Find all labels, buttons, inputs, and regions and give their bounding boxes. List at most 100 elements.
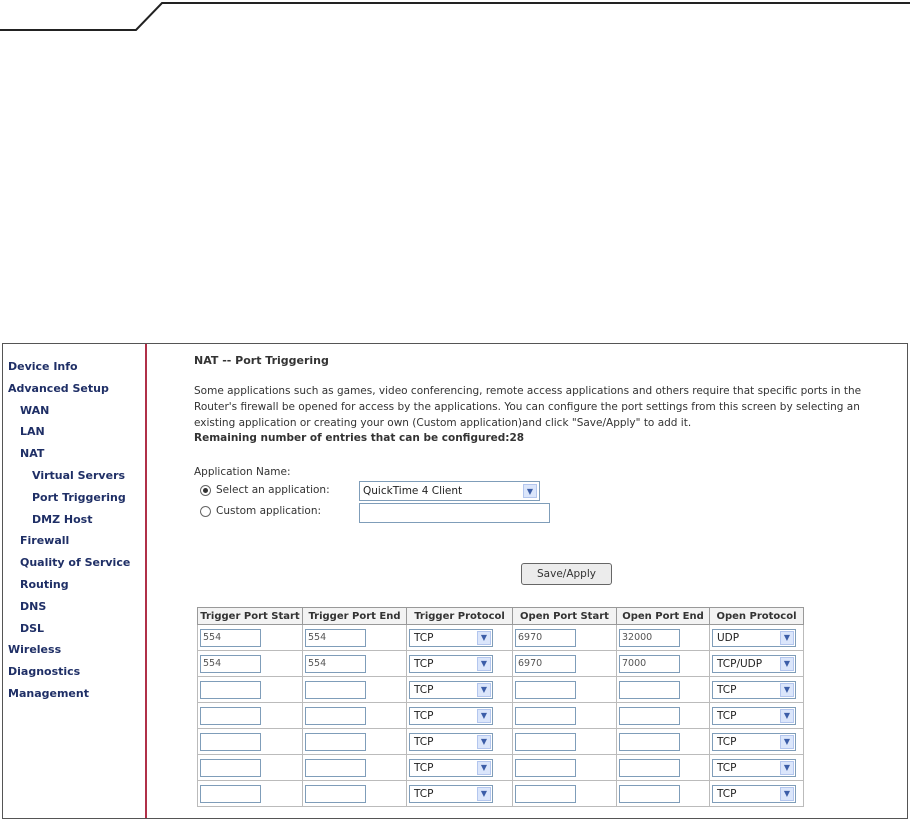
trigger-protocol-select[interactable]: TCP ▼ bbox=[409, 759, 493, 777]
table-cell bbox=[616, 754, 710, 781]
trigger-port-start-input[interactable]: 554 bbox=[200, 629, 261, 647]
table-cell bbox=[616, 728, 710, 755]
open-protocol-value: TCP bbox=[717, 762, 737, 774]
sidebar-item-virtual-servers[interactable]: Virtual Servers bbox=[3, 465, 145, 487]
open-port-start-input[interactable] bbox=[515, 733, 576, 751]
application-select[interactable]: QuickTime 4 Client ▼ bbox=[359, 481, 540, 501]
open-port-start-input[interactable] bbox=[515, 681, 576, 699]
table-cell bbox=[302, 754, 407, 781]
table-cell bbox=[197, 728, 303, 755]
table-cell: TCP ▼ bbox=[406, 624, 513, 651]
sidebar-item-dns[interactable]: DNS bbox=[3, 596, 145, 618]
open-protocol-select[interactable]: TCP/UDP ▼ bbox=[712, 655, 796, 673]
trigger-port-end-input[interactable] bbox=[305, 681, 366, 699]
sidebar-item-port-triggering[interactable]: Port Triggering bbox=[3, 487, 145, 509]
custom-application-input[interactable] bbox=[359, 503, 550, 523]
trigger-port-end-input[interactable] bbox=[305, 759, 366, 777]
open-port-end-input[interactable] bbox=[619, 733, 680, 751]
sidebar-item-quality-of-service[interactable]: Quality of Service bbox=[3, 552, 145, 574]
table-row: TCP ▼ TCP ▼ bbox=[197, 676, 804, 703]
col-open-port-end: Open Port End bbox=[616, 607, 710, 625]
trigger-port-start-input[interactable] bbox=[200, 759, 261, 777]
trigger-port-start-input[interactable] bbox=[200, 733, 261, 751]
open-protocol-value: TCP/UDP bbox=[717, 658, 763, 670]
trigger-protocol-select[interactable]: TCP ▼ bbox=[409, 681, 493, 699]
open-protocol-select[interactable]: TCP ▼ bbox=[712, 707, 796, 725]
open-port-end-input[interactable]: 32000 bbox=[619, 629, 680, 647]
router-config-window: Device Info Advanced Setup WAN LAN NAT Virtua… bbox=[2, 343, 908, 819]
open-port-end-input[interactable]: 7000 bbox=[619, 655, 680, 673]
sidebar-item-firewall[interactable]: Firewall bbox=[3, 530, 145, 552]
table-cell bbox=[616, 676, 710, 703]
select-application-label: Select an application: bbox=[216, 484, 330, 496]
sidebar-item-lan[interactable]: LAN bbox=[3, 421, 145, 443]
table-cell: TCP ▼ bbox=[709, 676, 804, 703]
sidebar-item-management[interactable]: Management bbox=[3, 683, 145, 705]
sidebar-item-dsl[interactable]: DSL bbox=[3, 618, 145, 640]
sidebar-item-wan[interactable]: WAN bbox=[3, 400, 145, 422]
trigger-port-start-input[interactable] bbox=[200, 785, 261, 803]
open-protocol-select[interactable]: TCP ▼ bbox=[712, 681, 796, 699]
col-open-protocol: Open Protocol bbox=[709, 607, 804, 625]
open-protocol-value: UDP bbox=[717, 632, 740, 644]
sidebar-item-nat[interactable]: NAT bbox=[3, 443, 145, 465]
trigger-port-end-input[interactable]: 554 bbox=[305, 629, 366, 647]
trigger-protocol-select[interactable]: TCP ▼ bbox=[409, 655, 493, 673]
open-protocol-select[interactable]: TCP ▼ bbox=[712, 733, 796, 751]
custom-application-radio[interactable] bbox=[200, 506, 211, 517]
open-port-start-input[interactable]: 6970 bbox=[515, 629, 576, 647]
chevron-down-icon: ▼ bbox=[523, 484, 537, 498]
sidebar-item-wireless[interactable]: Wireless bbox=[3, 639, 145, 661]
trigger-port-end-input[interactable] bbox=[305, 733, 366, 751]
open-port-start-input[interactable]: 6970 bbox=[515, 655, 576, 673]
table-cell: 6970 bbox=[512, 650, 617, 677]
table-cell: UDP ▼ bbox=[709, 624, 804, 651]
trigger-protocol-select[interactable]: TCP ▼ bbox=[409, 707, 493, 725]
trigger-port-start-input[interactable] bbox=[200, 707, 261, 725]
chevron-down-icon: ▼ bbox=[477, 657, 491, 671]
select-application-radio[interactable] bbox=[200, 485, 211, 496]
table-row: 554 554 TCP ▼ 6970 32000 UDP ▼ bbox=[197, 624, 804, 651]
open-protocol-value: TCP bbox=[717, 710, 737, 722]
open-port-start-input[interactable] bbox=[515, 707, 576, 725]
sidebar-item-routing[interactable]: Routing bbox=[3, 574, 145, 596]
save-apply-button[interactable]: Save/Apply bbox=[521, 563, 612, 585]
open-port-end-input[interactable] bbox=[619, 759, 680, 777]
sidebar-item-advanced-setup[interactable]: Advanced Setup bbox=[3, 378, 145, 400]
chevron-down-icon: ▼ bbox=[780, 657, 794, 671]
open-port-start-input[interactable] bbox=[515, 785, 576, 803]
table-row: TCP ▼ TCP ▼ bbox=[197, 702, 804, 729]
open-port-end-input[interactable] bbox=[619, 681, 680, 699]
trigger-protocol-value: TCP bbox=[414, 632, 434, 644]
trigger-protocol-select[interactable]: TCP ▼ bbox=[409, 733, 493, 751]
custom-application-label: Custom application: bbox=[216, 505, 322, 517]
table-cell bbox=[302, 728, 407, 755]
open-protocol-select[interactable]: UDP ▼ bbox=[712, 629, 796, 647]
table-cell: 554 bbox=[197, 624, 303, 651]
sidebar-item-device-info[interactable]: Device Info bbox=[3, 356, 145, 378]
open-port-start-input[interactable] bbox=[515, 759, 576, 777]
chevron-down-icon: ▼ bbox=[477, 709, 491, 723]
trigger-port-start-input[interactable] bbox=[200, 681, 261, 699]
open-protocol-value: TCP bbox=[717, 684, 737, 696]
trigger-port-end-input[interactable]: 554 bbox=[305, 655, 366, 673]
sidebar-item-diagnostics[interactable]: Diagnostics bbox=[3, 661, 145, 683]
trigger-port-end-input[interactable] bbox=[305, 785, 366, 803]
trigger-protocol-value: TCP bbox=[414, 710, 434, 722]
chevron-down-icon: ▼ bbox=[780, 631, 794, 645]
chevron-down-icon: ▼ bbox=[780, 709, 794, 723]
open-port-end-input[interactable] bbox=[619, 785, 680, 803]
trigger-port-start-input[interactable]: 554 bbox=[200, 655, 261, 673]
sidebar-item-dmz-host[interactable]: DMZ Host bbox=[3, 509, 145, 531]
trigger-protocol-select[interactable]: TCP ▼ bbox=[409, 785, 493, 803]
trigger-protocol-value: TCP bbox=[414, 658, 434, 670]
open-protocol-select[interactable]: TCP ▼ bbox=[712, 785, 796, 803]
trigger-protocol-select[interactable]: TCP ▼ bbox=[409, 629, 493, 647]
trigger-port-end-input[interactable] bbox=[305, 707, 366, 725]
open-protocol-select[interactable]: TCP ▼ bbox=[712, 759, 796, 777]
table-cell: TCP ▼ bbox=[406, 728, 513, 755]
table-cell bbox=[197, 676, 303, 703]
open-port-end-input[interactable] bbox=[619, 707, 680, 725]
table-cell bbox=[302, 676, 407, 703]
open-protocol-value: TCP bbox=[717, 736, 737, 748]
